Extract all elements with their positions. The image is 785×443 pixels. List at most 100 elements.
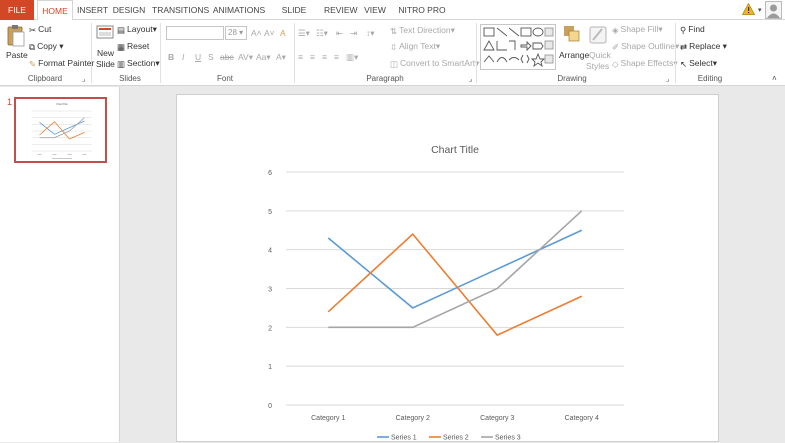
legend-label: Series 1 <box>391 435 417 442</box>
paste-label[interactable]: Paste <box>6 49 28 61</box>
arrange-button[interactable]: Arrange <box>559 49 589 61</box>
warning-icon[interactable] <box>742 3 755 17</box>
bold-button[interactable]: B <box>168 51 174 63</box>
tab-slide-show[interactable]: SLIDE SHOW <box>271 0 317 20</box>
arrange-icon[interactable] <box>562 24 582 46</box>
brush-icon: ✎ <box>29 58 36 70</box>
dropdown-arrow-icon[interactable]: ▾ <box>758 6 762 14</box>
tab-transitions[interactable]: TRANSITIONS <box>152 0 206 20</box>
shape-effects-button[interactable]: ◇Shape Effects▾ <box>612 57 678 70</box>
paragraph-launcher-icon[interactable]: ⌟ <box>469 75 472 83</box>
chart-title: Chart Title <box>431 144 479 156</box>
y-tick-label: 3 <box>268 287 272 294</box>
tab-insert[interactable]: INSERT <box>77 0 105 20</box>
align-right-button[interactable]: ≡ <box>322 51 327 63</box>
quick-styles-button-2[interactable]: Styles <box>586 60 609 72</box>
slide-canvas[interactable]: 0123456Chart TitleCategory 1Category 2Ca… <box>176 94 719 442</box>
x-tick-label <box>53 154 57 155</box>
thumbnail-chart: Chart Title <box>16 99 105 161</box>
underline-button[interactable]: U <box>195 51 201 63</box>
user-avatar-icon[interactable] <box>765 1 782 19</box>
columns-button[interactable]: ▥▾ <box>346 51 358 63</box>
decrease-indent-button[interactable]: ⇤ <box>336 27 343 39</box>
char-spacing-button[interactable]: AV▾ <box>238 51 253 63</box>
effects-icon: ◇ <box>612 58 619 70</box>
layout-button[interactable]: ▤Layout▾ <box>117 23 157 36</box>
layout-icon: ▤ <box>117 24 125 36</box>
replace-icon: ⇄ <box>680 41 687 53</box>
slide-editing-area: 0123456Chart TitleCategory 1Category 2Ca… <box>121 87 785 442</box>
drawing-launcher-icon[interactable]: ⌟ <box>666 75 669 83</box>
x-tick-label <box>83 154 87 155</box>
tab-review[interactable]: REVIEW <box>324 0 356 20</box>
x-tick-label <box>38 154 42 155</box>
y-tick-label: 5 <box>268 209 272 216</box>
clipboard-launcher-icon[interactable]: ⌟ <box>82 75 85 83</box>
grow-font-button[interactable]: A˄ <box>251 27 262 39</box>
copy-button[interactable]: ⧉Copy ▾ <box>29 40 64 53</box>
shadow-button[interactable]: S <box>208 51 214 63</box>
find-button[interactable]: ⚲Find <box>680 23 705 36</box>
shrink-font-button[interactable]: A˅ <box>264 27 275 39</box>
font-color-button[interactable]: A▾ <box>276 51 286 63</box>
paint-bucket-icon: ◈ <box>612 24 619 36</box>
increase-indent-button[interactable]: ⇥ <box>350 27 357 39</box>
replace-button[interactable]: ⇄Replace ▾ <box>680 40 727 53</box>
slide-number: 1 <box>7 97 12 107</box>
font-size-input[interactable]: 28 ▾ <box>225 26 247 40</box>
select-button[interactable]: ↖Select▾ <box>680 57 717 70</box>
align-left-button[interactable]: ≡ <box>298 51 303 63</box>
shapes-gallery[interactable] <box>480 24 556 70</box>
paste-button[interactable] <box>5 24 25 50</box>
align-text-icon: ⇳ <box>390 41 397 53</box>
shape-outline-button[interactable]: ✐Shape Outline▾ <box>612 40 679 53</box>
section-button[interactable]: ▥Section▾ <box>117 57 160 70</box>
quick-styles-icon[interactable] <box>588 25 608 47</box>
numbering-button[interactable]: ☷▾ <box>316 27 328 39</box>
shapes-icon <box>481 25 555 69</box>
cut-button[interactable]: ✂Cut <box>29 23 51 36</box>
x-tick-label: Category 2 <box>396 415 430 422</box>
text-direction-button[interactable]: ⇅Text Direction▾ <box>390 24 455 37</box>
align-text-button[interactable]: ⇳Align Text▾ <box>390 40 440 53</box>
bullets-button[interactable]: ☰▾ <box>298 27 310 39</box>
slide-thumbnail[interactable]: Chart Title <box>14 97 107 163</box>
legend <box>52 158 72 159</box>
y-tick-label: 2 <box>268 325 272 332</box>
format-painter-button[interactable]: ✎Format Painter <box>29 57 94 70</box>
drawing-group-label: Drawing <box>552 74 592 83</box>
tab-home[interactable]: HOME <box>37 0 73 21</box>
align-center-button[interactable]: ≡ <box>310 51 315 63</box>
font-name-input[interactable] <box>166 26 224 40</box>
legend-label: Series 2 <box>443 435 469 442</box>
legend-label: Series 3 <box>495 435 521 442</box>
series-line-1 <box>40 121 85 134</box>
x-tick-label: Category 3 <box>480 415 514 422</box>
line-spacing-button[interactable]: ↕▾ <box>366 27 375 39</box>
line-chart[interactable]: 0123456Chart TitleCategory 1Category 2Ca… <box>177 95 718 441</box>
tab-view[interactable]: VIEW <box>364 0 386 20</box>
italic-button[interactable]: I <box>182 51 184 63</box>
tab-design[interactable]: DESIGN <box>112 0 146 20</box>
cursor-icon: ↖ <box>680 58 687 70</box>
strikethrough-button[interactable]: abc <box>220 51 234 63</box>
change-case-button[interactable]: Aa▾ <box>256 51 271 63</box>
shape-fill-button[interactable]: ◈Shape Fill▾ <box>612 23 663 36</box>
reset-icon: ▦ <box>117 41 125 53</box>
ribbon: Paste ✂Cut ⧉Copy ▾ ✎Format Painter Clipb… <box>0 20 785 86</box>
section-icon: ▥ <box>117 58 125 70</box>
tab-nitro-pro[interactable]: NITRO PRO 10 <box>396 0 448 20</box>
new-slide-icon[interactable] <box>96 24 114 44</box>
x-tick-label <box>68 154 72 155</box>
text-direction-icon: ⇅ <box>390 25 397 37</box>
reset-button[interactable]: ▦Reset <box>117 40 149 53</box>
tab-animations[interactable]: ANIMATIONS <box>212 0 266 20</box>
new-slide-label-2[interactable]: Slide <box>96 58 115 70</box>
y-tick-label: 4 <box>268 248 272 255</box>
convert-smartart-button[interactable]: ◫Convert to SmartArt▾ <box>390 57 479 70</box>
tab-file[interactable]: FILE <box>0 0 34 20</box>
pen-icon: ✐ <box>612 41 619 53</box>
collapse-ribbon-icon[interactable]: ˄ <box>772 74 777 83</box>
justify-button[interactable]: ≡ <box>334 51 339 63</box>
clear-format-button[interactable]: A <box>280 27 286 39</box>
